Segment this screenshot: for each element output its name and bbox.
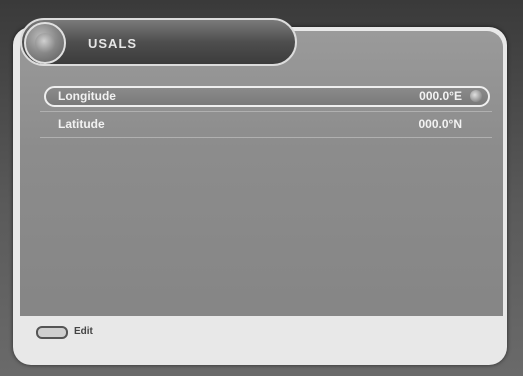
longitude-value: 000.0°E — [419, 89, 462, 103]
footer-bar — [20, 316, 503, 358]
row-divider — [40, 137, 492, 138]
row-latitude[interactable]: Latitude 000.0°N — [44, 114, 490, 135]
row-divider — [40, 111, 492, 112]
footer-hint: Edit — [74, 326, 93, 337]
row-longitude[interactable]: Longitude 000.0°E — [44, 86, 490, 107]
satellite-dish-icon — [24, 22, 66, 64]
latitude-value: 000.0°N — [418, 117, 463, 131]
knob-icon — [470, 90, 482, 102]
content-panel — [20, 31, 503, 329]
latitude-label: Latitude — [58, 117, 105, 131]
page-title: USALS — [88, 36, 138, 51]
longitude-label: Longitude — [58, 89, 116, 103]
ok-key-icon — [36, 326, 68, 339]
